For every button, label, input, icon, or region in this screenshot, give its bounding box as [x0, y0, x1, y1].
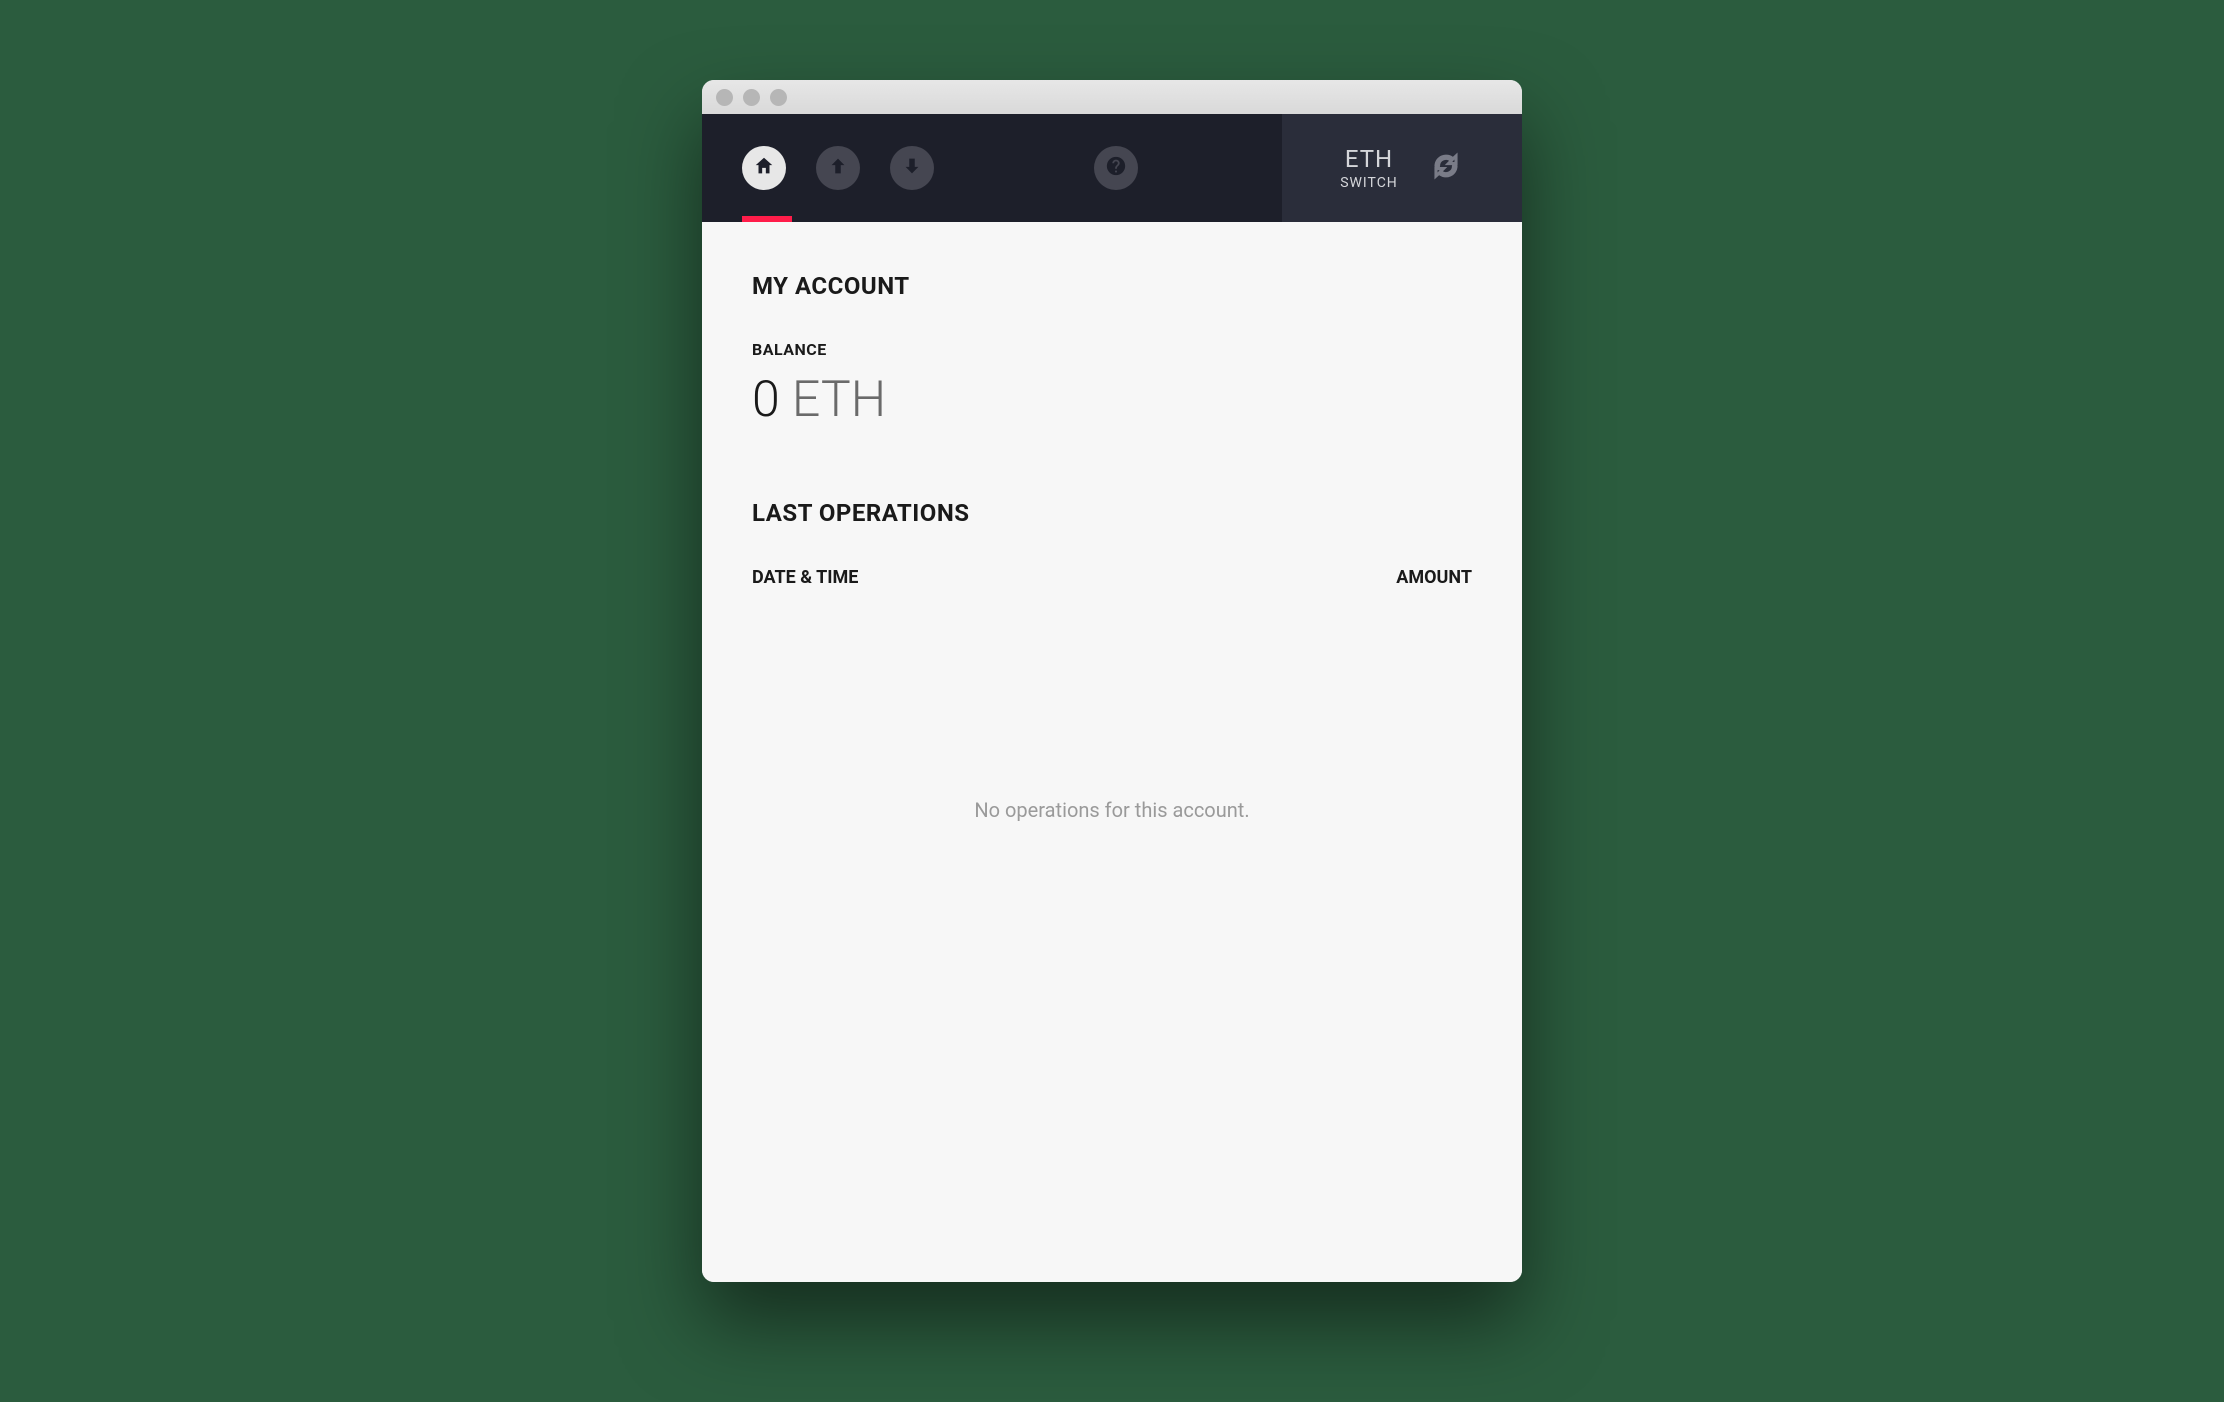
arrow-down-icon — [901, 155, 923, 181]
send-tab[interactable] — [816, 146, 860, 190]
operations-title: LAST OPERATIONS — [752, 499, 1472, 527]
home-icon — [753, 155, 775, 181]
home-tab[interactable] — [742, 146, 786, 190]
balance-value: 0 ETH — [752, 371, 1472, 429]
currency-switcher[interactable]: ETH SWITCH — [1340, 145, 1398, 191]
balance-unit: ETH — [792, 371, 886, 429]
question-icon — [1105, 155, 1127, 181]
operations-table-header: DATE & TIME AMOUNT — [752, 567, 1472, 588]
window-titlebar — [702, 80, 1522, 114]
main-content: MY ACCOUNT BALANCE 0 ETH LAST OPERATIONS… — [702, 222, 1522, 1282]
active-tab-indicator — [742, 216, 792, 222]
close-window-button[interactable] — [716, 89, 733, 106]
account-title: MY ACCOUNT — [752, 272, 1472, 300]
top-navbar: ETH SWITCH — [702, 114, 1522, 222]
nav-left-group — [702, 114, 1282, 222]
col-date-time: DATE & TIME — [752, 567, 858, 588]
switch-label: SWITCH — [1340, 175, 1398, 191]
currency-code: ETH — [1340, 145, 1398, 173]
refresh-icon — [1431, 151, 1461, 185]
balance-amount: 0 — [752, 371, 780, 429]
col-amount: AMOUNT — [1396, 567, 1472, 588]
app-window: ETH SWITCH MY ACCOUNT BALANCE 0 ETH LAST… — [702, 80, 1522, 1282]
refresh-button[interactable] — [1428, 150, 1464, 186]
receive-tab[interactable] — [890, 146, 934, 190]
maximize-window-button[interactable] — [770, 89, 787, 106]
arrow-up-icon — [827, 155, 849, 181]
balance-label: BALANCE — [752, 340, 1472, 359]
help-tab[interactable] — [1094, 146, 1138, 190]
nav-right-group: ETH SWITCH — [1282, 114, 1522, 222]
minimize-window-button[interactable] — [743, 89, 760, 106]
operations-empty-state: No operations for this account. — [752, 798, 1472, 822]
